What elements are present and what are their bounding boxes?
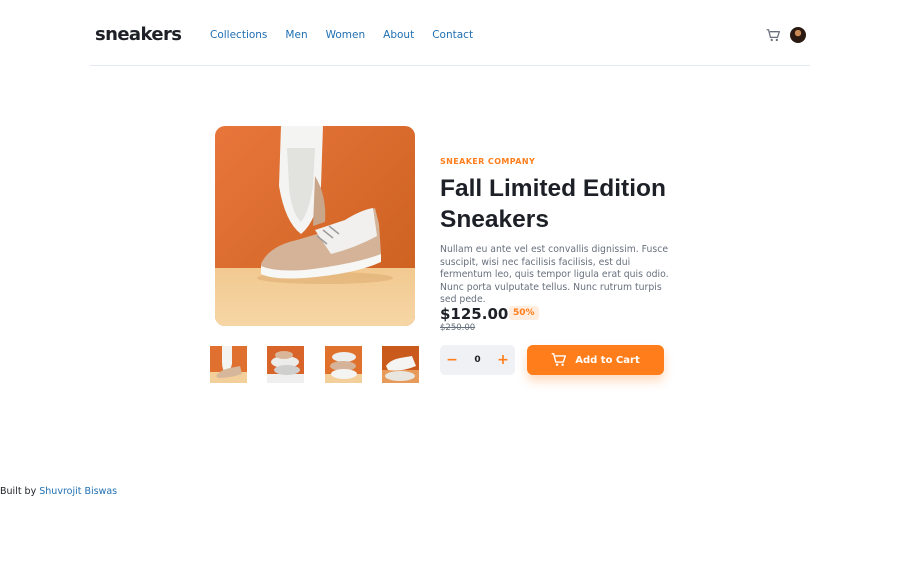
thumbnail-4[interactable]: [382, 346, 419, 383]
nav-contact[interactable]: Contact: [432, 29, 473, 41]
nav-women[interactable]: Women: [326, 29, 366, 41]
attribution-prefix: Built by: [0, 486, 37, 497]
company-label: SNEAKER COMPANY: [440, 157, 536, 166]
cart-icon: [551, 353, 567, 366]
product-main-image[interactable]: [215, 126, 415, 326]
product-title: Fall Limited Edition Sneakers: [440, 175, 666, 233]
main-nav: Collections Men Women About Contact: [210, 29, 473, 41]
thumbnail-image: [382, 346, 419, 383]
nav-men[interactable]: Men: [285, 29, 307, 41]
increase-quantity-button[interactable]: +: [491, 345, 515, 375]
attribution: Built by Shuvrojit Biswas: [0, 486, 117, 497]
original-price: $250.00: [440, 323, 476, 333]
thumbnail-1[interactable]: [210, 346, 247, 383]
minus-icon: −: [446, 352, 458, 368]
discount-badge: 50%: [509, 306, 539, 320]
thumbnail-image: [210, 346, 247, 383]
sneaker-image: [215, 126, 415, 326]
add-to-cart-label: Add to Cart: [575, 354, 640, 366]
quantity-stepper: − 0 +: [440, 345, 515, 375]
add-to-cart-button[interactable]: Add to Cart: [527, 345, 664, 375]
thumbnail-image: [267, 346, 304, 383]
current-price: $125.00: [440, 305, 509, 323]
cart-button[interactable]: [765, 27, 781, 43]
nav-collections[interactable]: Collections: [210, 29, 267, 41]
plus-icon: +: [497, 352, 509, 368]
avatar[interactable]: [790, 27, 806, 43]
cart-icon: [766, 28, 780, 41]
logo[interactable]: sneakers: [95, 24, 182, 45]
site-header: sneakers Collections Men Women About Con…: [90, 0, 810, 66]
decrease-quantity-button[interactable]: −: [440, 345, 464, 375]
thumbnail-2[interactable]: [267, 346, 304, 383]
author-link[interactable]: Shuvrojit Biswas: [39, 486, 117, 497]
quantity-value: 0: [474, 355, 481, 365]
thumbnail-image: [325, 346, 362, 383]
nav-about[interactable]: About: [383, 29, 414, 41]
product-description: Nullam eu ante vel est convallis digniss…: [440, 244, 669, 306]
thumbnail-3[interactable]: [325, 346, 362, 383]
